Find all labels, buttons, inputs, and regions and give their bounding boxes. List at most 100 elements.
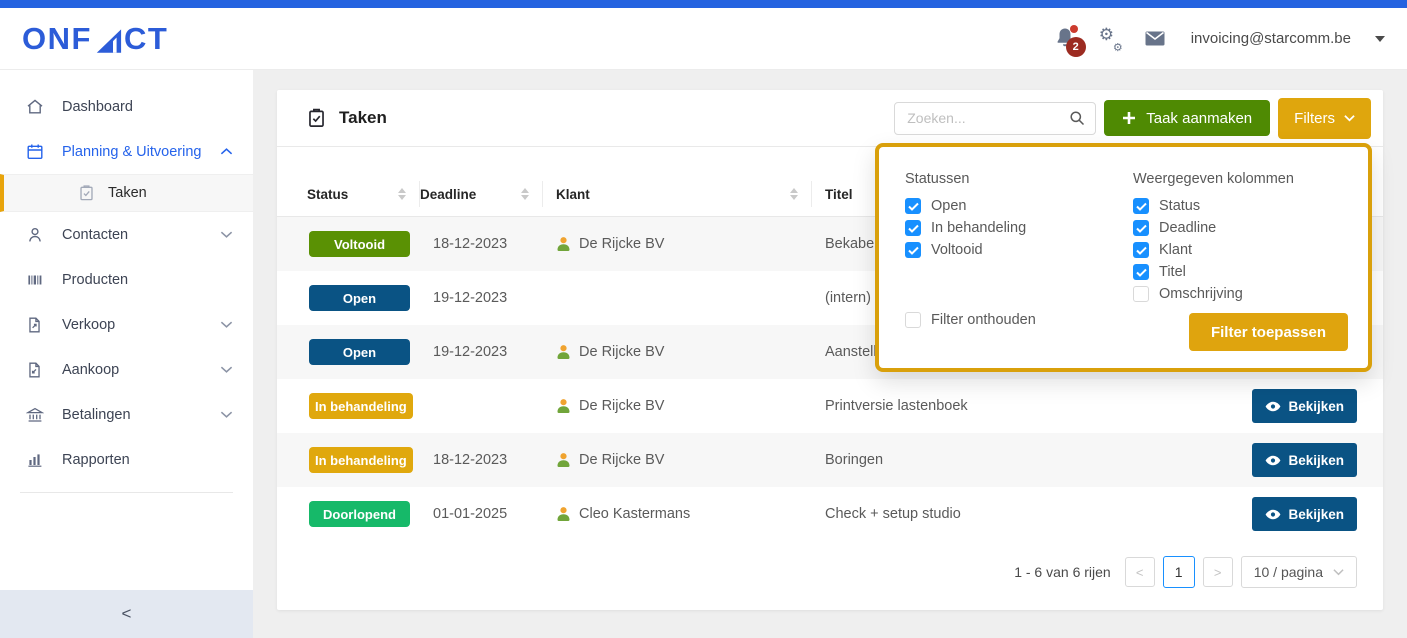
klant-cell: Cleo Kastermans: [543, 506, 812, 522]
sidebar-item-verkoop[interactable]: Verkoop: [0, 302, 253, 347]
checkbox-icon[interactable]: [1133, 198, 1149, 214]
customer-icon: [556, 506, 571, 522]
chevron-up-icon: [220, 147, 233, 156]
contacts-icon: [26, 226, 46, 244]
view-button[interactable]: Bekijken: [1252, 389, 1357, 423]
sort-icon[interactable]: [521, 188, 529, 200]
checkbox-icon[interactable]: [905, 198, 921, 214]
pagination-next-button[interactable]: >: [1203, 557, 1233, 587]
deadline-cell: 01-01-2025: [420, 506, 543, 522]
sidebar: Dashboard Planning & Uitvoering Taken: [0, 70, 253, 638]
home-icon: [26, 98, 46, 115]
collapse-chevron: <: [122, 604, 132, 624]
checkbox-icon[interactable]: [1133, 264, 1149, 280]
statuses-title: Statussen: [905, 171, 1133, 187]
eye-icon: [1265, 455, 1281, 466]
checkbox-icon[interactable]: [905, 242, 921, 258]
account-email[interactable]: invoicing@starcomm.be: [1191, 30, 1351, 47]
sidebar-item-taken[interactable]: Taken: [0, 174, 253, 212]
sidebar-item-label: Taken: [108, 185, 147, 201]
sidebar-item-contacten[interactable]: Contacten: [0, 212, 253, 257]
table-row[interactable]: In behandeling 18-12-2023 De Rijcke BV B…: [277, 433, 1383, 487]
view-button[interactable]: Bekijken: [1252, 443, 1357, 477]
sidebar-item-rapporten[interactable]: Rapporten: [0, 437, 253, 482]
eye-icon: [1265, 509, 1281, 520]
tasks-icon: [78, 184, 96, 202]
invoice-icon: [26, 361, 46, 379]
bank-icon: [26, 406, 46, 423]
sort-icon[interactable]: [398, 188, 406, 200]
logo-plane-icon: [95, 29, 122, 55]
status-checkbox-open[interactable]: Open: [905, 198, 1133, 214]
checkbox-icon[interactable]: [905, 220, 921, 236]
status-checkbox-in-behandeling[interactable]: In behandeling: [905, 220, 1133, 236]
page-size-select[interactable]: 10 / pagina: [1241, 556, 1357, 588]
notifications-button[interactable]: 2: [1055, 27, 1077, 51]
status-badge: Open: [309, 339, 410, 365]
chevron-down-icon: [220, 320, 233, 329]
column-checkbox-deadline[interactable]: Deadline: [1133, 220, 1348, 236]
titel-cell: Check + setup studio: [812, 506, 1241, 522]
logo-text-prefix: ONF: [22, 23, 92, 54]
status-badge: In behandeling: [309, 447, 413, 473]
column-checkbox-titel[interactable]: Titel: [1133, 264, 1348, 280]
filters-label: Filters: [1294, 110, 1335, 127]
column-checkbox-klant[interactable]: Klant: [1133, 242, 1348, 258]
view-button[interactable]: Bekijken: [1252, 497, 1357, 531]
chevron-down-icon: [220, 410, 233, 419]
klant-cell: De Rijcke BV: [543, 452, 812, 468]
page-title: Taken: [307, 108, 387, 128]
sidebar-collapse-button[interactable]: <: [0, 590, 253, 638]
sidebar-item-producten[interactable]: Producten: [0, 257, 253, 302]
remember-filter-checkbox[interactable]: Filter onthouden: [905, 312, 1133, 328]
eye-icon: [1265, 401, 1281, 412]
column-header-status[interactable]: Status: [307, 184, 420, 204]
table-row[interactable]: In behandeling De Rijcke BV Printversie …: [277, 379, 1383, 433]
deadline-cell: 19-12-2023: [420, 344, 543, 360]
checkbox-icon[interactable]: [1133, 286, 1149, 302]
sort-icon[interactable]: [790, 188, 798, 200]
settings-button[interactable]: ⚙ ⚙: [1099, 27, 1123, 51]
titel-cell: Boringen: [812, 452, 1241, 468]
checkbox-icon[interactable]: [1133, 220, 1149, 236]
small-gear-icon: ⚙: [1113, 41, 1123, 54]
sidebar-item-label: Aankoop: [62, 362, 119, 378]
sidebar-item-betalingen[interactable]: Betalingen: [0, 392, 253, 437]
klant-cell: De Rijcke BV: [543, 398, 812, 414]
deadline-cell: 18-12-2023: [420, 452, 543, 468]
sidebar-item-planning[interactable]: Planning & Uitvoering: [0, 129, 253, 174]
checkbox-icon[interactable]: [1133, 242, 1149, 258]
create-task-label: Taak aanmaken: [1146, 110, 1252, 127]
mail-button[interactable]: [1145, 31, 1165, 46]
sidebar-divider: [20, 492, 233, 493]
table-row[interactable]: Doorlopend 01-01-2025 Cleo Kastermans Ch…: [277, 487, 1383, 541]
search-box: [894, 102, 1096, 135]
app-logo[interactable]: ONF CT: [22, 23, 168, 54]
sidebar-item-aankoop[interactable]: Aankoop: [0, 347, 253, 392]
account-caret-down-icon[interactable]: [1375, 36, 1385, 42]
klant-cell: De Rijcke BV: [543, 236, 812, 252]
clipboard-check-icon: [307, 108, 326, 128]
checkbox-icon[interactable]: [905, 312, 921, 328]
chevron-down-icon: [1344, 114, 1355, 122]
column-header-deadline[interactable]: Deadline: [420, 184, 543, 204]
filters-button[interactable]: Filters: [1278, 98, 1371, 139]
logo-text-suffix: CT: [124, 23, 168, 54]
status-checkbox-voltooid[interactable]: Voltooid: [905, 242, 1133, 258]
column-header-klant[interactable]: Klant: [543, 184, 812, 204]
pagination-prev-button[interactable]: <: [1125, 557, 1155, 587]
calendar-icon: [26, 143, 46, 161]
search-icon[interactable]: [1069, 110, 1085, 126]
column-checkbox-omschrijving[interactable]: Omschrijving: [1133, 286, 1348, 302]
sidebar-item-label: Rapporten: [62, 452, 130, 468]
search-input[interactable]: [907, 110, 1069, 126]
sidebar-item-dashboard[interactable]: Dashboard: [0, 84, 253, 129]
chevron-down-icon: [220, 365, 233, 374]
sidebar-item-label: Verkoop: [62, 317, 115, 333]
pagination-page-1[interactable]: 1: [1163, 556, 1195, 588]
sidebar-item-label: Planning & Uitvoering: [62, 144, 201, 160]
status-badge: In behandeling: [309, 393, 413, 419]
column-checkbox-status[interactable]: Status: [1133, 198, 1348, 214]
apply-filter-button[interactable]: Filter toepassen: [1189, 313, 1348, 351]
create-task-button[interactable]: Taak aanmaken: [1104, 100, 1270, 136]
